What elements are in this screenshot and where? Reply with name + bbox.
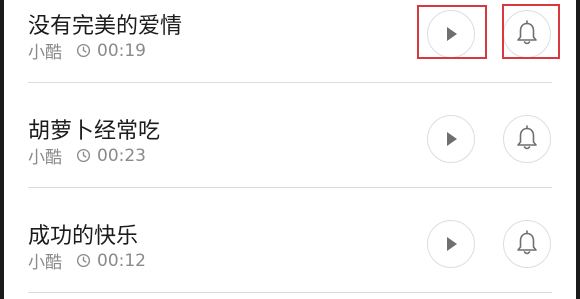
set-ringtone-button[interactable] bbox=[503, 220, 551, 268]
ringtone-title: 成功的快乐 bbox=[28, 224, 139, 249]
play-icon bbox=[447, 237, 457, 251]
play-button[interactable] bbox=[427, 220, 475, 268]
divider bbox=[28, 82, 552, 83]
divider bbox=[28, 187, 552, 188]
ringtone-title: 胡萝卜经常吃 bbox=[28, 119, 161, 144]
play-icon bbox=[447, 132, 457, 146]
ringtone-duration: 00:23 bbox=[97, 145, 146, 166]
ringtone-title: 没有完美的爱情 bbox=[28, 14, 183, 39]
clock-icon bbox=[76, 148, 91, 163]
bell-icon bbox=[517, 230, 537, 255]
play-button[interactable] bbox=[427, 115, 475, 163]
ringtone-author: 小酷 bbox=[28, 148, 62, 168]
ringtone-duration: 00:19 bbox=[97, 40, 146, 61]
list-item[interactable]: 成功的快乐 小酷 00:12 bbox=[4, 188, 576, 292]
screen-frame-right bbox=[576, 0, 580, 299]
highlight-play-button bbox=[417, 5, 487, 59]
list-item[interactable]: 没有完美的爱情 小酷 00:19 bbox=[4, 0, 576, 82]
ringtone-author: 小酷 bbox=[28, 253, 62, 273]
ringtone-author: 小酷 bbox=[28, 43, 62, 63]
bell-icon bbox=[517, 125, 537, 150]
clock-icon bbox=[76, 43, 91, 58]
list-item[interactable]: 胡萝卜经常吃 小酷 00:23 bbox=[4, 83, 576, 187]
ringtone-meta: 小酷 00:19 bbox=[28, 38, 146, 64]
divider bbox=[28, 292, 552, 293]
clock-icon bbox=[76, 253, 91, 268]
ringtone-meta: 小酷 00:23 bbox=[28, 143, 146, 169]
ringtone-meta: 小酷 00:12 bbox=[28, 248, 146, 274]
ringtone-duration: 00:12 bbox=[97, 250, 146, 271]
highlight-set-ringtone-button bbox=[502, 4, 560, 59]
set-ringtone-button[interactable] bbox=[503, 115, 551, 163]
